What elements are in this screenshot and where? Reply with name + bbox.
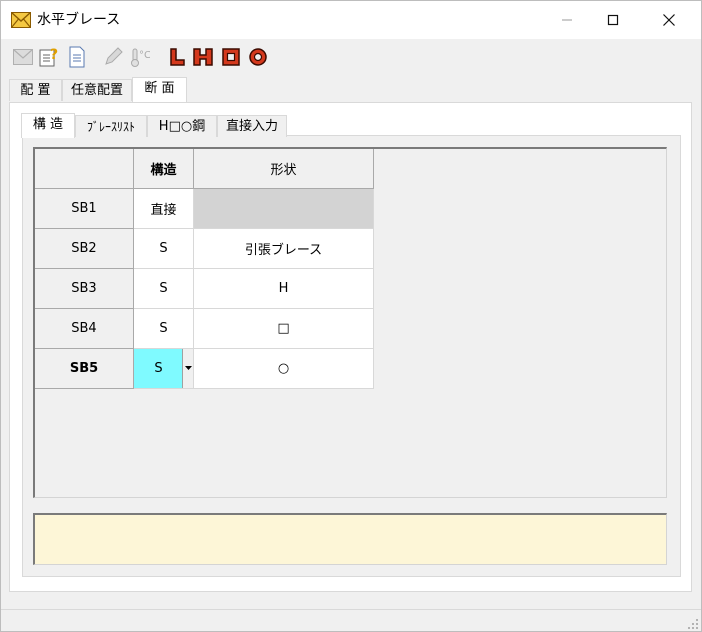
main-window: 水平ブレース ? °C 配 置 任意配置 断 面 構 造 ﾌﾞﾚｰｽﾘｽﾄ H□… <box>0 0 702 632</box>
column-header-structure-label: 構造 <box>150 163 177 178</box>
cell-structure-sb4[interactable]: S <box>134 309 194 349</box>
tab-brace-list-label: ﾌﾞﾚｰｽﾘｽﾄ <box>86 120 135 134</box>
cell-structure-sb1[interactable]: 直接 <box>134 189 194 229</box>
tab-brace-list[interactable]: ﾌﾞﾚｰｽﾘｽﾄ <box>75 115 147 137</box>
temperature-icon[interactable]: °C <box>127 45 151 69</box>
cell-shape-sb4[interactable]: □ <box>194 309 374 349</box>
tab-direct-input-label: 直接入力 <box>225 119 278 134</box>
row-header-sb3[interactable]: SB3 <box>35 269 134 309</box>
message-area <box>33 513 667 565</box>
svg-text:?: ? <box>50 47 58 63</box>
dropdown-arrow-icon <box>184 366 192 370</box>
envelope-icon[interactable] <box>11 45 35 69</box>
cell-structure-value: S <box>159 281 168 296</box>
cell-structure-value: S <box>159 241 168 256</box>
tab-h-box-pipe-steel-label: H□○鋼 <box>158 119 206 134</box>
title-bar: 水平ブレース <box>1 1 701 39</box>
tab-structure[interactable]: 構 造 <box>21 113 75 138</box>
row-header-label: SB3 <box>71 281 97 296</box>
toolbar: ? °C <box>1 39 701 75</box>
minimize-icon <box>562 19 572 21</box>
cell-shape-sb2[interactable]: 引張ブレース <box>194 229 374 269</box>
maximize-icon <box>607 14 619 26</box>
tab-placement-label: 配 置 <box>20 83 51 98</box>
cell-structure-value: 直接 <box>150 203 177 218</box>
row-header-sb1[interactable]: SB1 <box>35 189 134 229</box>
cell-shape-sb1 <box>194 189 374 229</box>
pencil-icon[interactable] <box>101 45 125 69</box>
row-header-label: SB4 <box>71 321 97 336</box>
grid-corner-header <box>35 149 134 189</box>
close-button[interactable] <box>646 1 692 39</box>
status-bar <box>1 609 701 631</box>
tab-direct-input[interactable]: 直接入力 <box>217 115 287 137</box>
square-tube-icon[interactable] <box>219 45 243 69</box>
structure-dropdown-value: S <box>154 361 163 376</box>
cell-shape-sb3[interactable]: H <box>194 269 374 309</box>
tab-structure-label: 構 造 <box>32 117 64 132</box>
close-icon <box>663 14 675 26</box>
row-header-label: SB2 <box>71 241 97 256</box>
column-header-shape-label: 形状 <box>270 163 297 178</box>
cell-shape-value: H <box>278 281 289 296</box>
column-header-shape: 形状 <box>194 149 374 189</box>
row-header-label: SB1 <box>71 201 97 216</box>
tab-placement[interactable]: 配 置 <box>9 79 62 101</box>
cell-structure-sb5[interactable]: S <box>134 349 194 389</box>
cell-shape-sb5[interactable]: ○ <box>194 349 374 389</box>
minimize-button[interactable] <box>544 1 590 39</box>
tab-section[interactable]: 断 面 <box>132 77 187 102</box>
section-grid[interactable]: 構造 形状 SB1 直接 SB2 S 引張ブレース SB3 S H SB4 S … <box>33 147 667 498</box>
svg-text:°C: °C <box>139 50 150 61</box>
round-tube-icon[interactable] <box>246 45 270 69</box>
structure-dropdown[interactable]: S <box>134 349 183 388</box>
cell-structure-sb2[interactable]: S <box>134 229 194 269</box>
l-steel-icon[interactable] <box>165 45 189 69</box>
cell-structure-sb3[interactable]: S <box>134 269 194 309</box>
tab-free-placement[interactable]: 任意配置 <box>62 79 132 101</box>
cell-structure-value: S <box>159 321 168 336</box>
row-header-sb4[interactable]: SB4 <box>35 309 134 349</box>
resize-grip-icon[interactable] <box>687 618 699 630</box>
envelope-icon <box>11 11 31 28</box>
document-icon[interactable] <box>65 45 89 69</box>
cell-shape-value: ○ <box>277 361 290 376</box>
tab-h-box-pipe-steel[interactable]: H□○鋼 <box>147 115 217 137</box>
cell-shape-value: 引張ブレース <box>244 243 323 258</box>
column-header-structure: 構造 <box>134 149 194 189</box>
tab-section-label: 断 面 <box>144 81 175 96</box>
row-header-sb2[interactable]: SB2 <box>35 229 134 269</box>
tab-free-placement-label: 任意配置 <box>70 83 123 98</box>
cell-shape-value: □ <box>277 321 290 336</box>
dropdown-button[interactable] <box>182 349 193 388</box>
maximize-button[interactable] <box>590 1 636 39</box>
window-title: 水平ブレース <box>37 12 121 28</box>
help-properties-icon[interactable]: ? <box>37 45 61 69</box>
row-header-label: SB5 <box>69 361 99 376</box>
row-header-sb5[interactable]: SB5 <box>35 349 134 389</box>
h-steel-icon[interactable] <box>191 45 215 69</box>
